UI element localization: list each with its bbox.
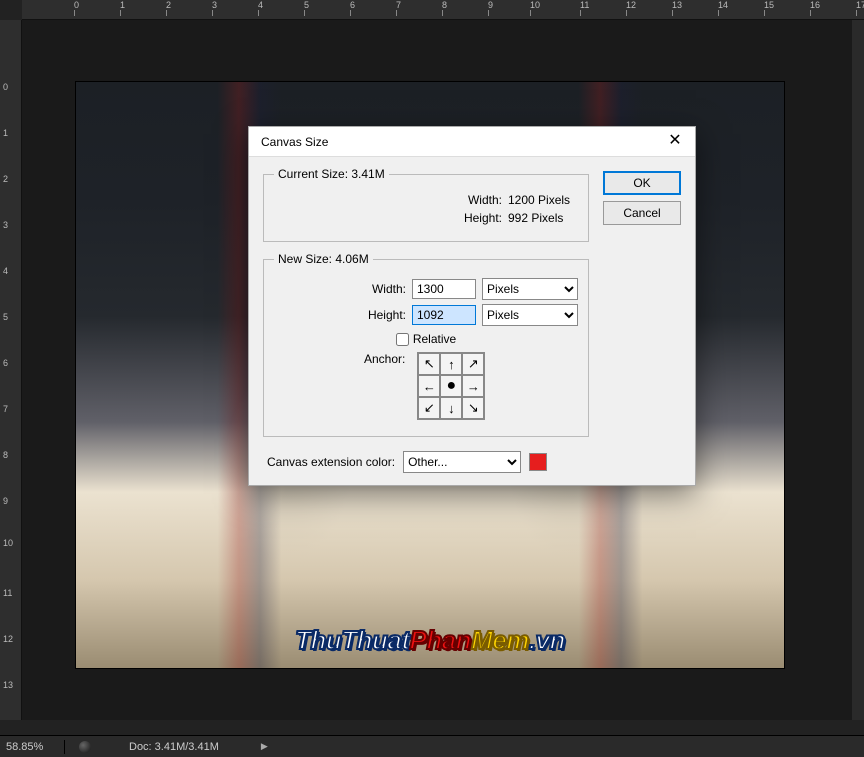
new-height-label: Height: <box>368 308 406 322</box>
current-width-value: 1200 Pixels <box>508 193 578 207</box>
height-unit-select[interactable]: Pixels <box>482 304 578 326</box>
ruler-vertical: 0 1 2 3 4 5 6 7 8 9 10 11 12 13 <box>0 20 22 720</box>
new-size-legend: New Size: 4.06M <box>274 252 373 266</box>
doc-size: Doc: 3.41M/3.41M <box>129 741 219 753</box>
extension-color-swatch[interactable] <box>529 453 547 471</box>
zoom-level[interactable]: 58.85% <box>6 741 50 753</box>
ruler-horizontal: 0 1 2 3 4 5 6 7 8 9 10 11 12 13 14 15 16… <box>22 0 864 20</box>
anchor-center[interactable]: ● <box>440 375 462 397</box>
close-icon[interactable]: ✕ <box>663 130 687 154</box>
anchor-label: Anchor: <box>364 352 405 366</box>
anchor-grid: ↖ ↑ ↗ ← ● → ↙ ↓ ↘ <box>417 352 485 420</box>
chevron-right-icon[interactable]: ▶ <box>261 741 268 752</box>
status-bar: 58.85% Doc: 3.41M/3.41M ▶ <box>0 735 864 757</box>
anchor-s[interactable]: ↓ <box>440 397 462 419</box>
anchor-se[interactable]: ↘ <box>462 397 484 419</box>
new-width-label: Width: <box>372 282 406 296</box>
anchor-ne[interactable]: ↗ <box>462 353 484 375</box>
watermark: ThuThuatPhanMem.vn <box>76 625 784 656</box>
ok-button[interactable]: OK <box>603 171 681 195</box>
current-height-label: Height: <box>464 211 502 225</box>
width-input[interactable] <box>412 279 476 299</box>
current-size-legend: Current Size: 3.41M <box>274 167 389 181</box>
anchor-w[interactable]: ← <box>418 375 440 397</box>
current-height-value: 992 Pixels <box>508 211 578 225</box>
new-size-group: New Size: 4.06M Width: Pixels Height: Pi… <box>263 252 589 437</box>
extension-color-label: Canvas extension color: <box>267 455 395 469</box>
current-width-label: Width: <box>468 193 502 207</box>
dialog-titlebar[interactable]: Canvas Size ✕ <box>249 127 695 157</box>
current-size-group: Current Size: 3.41M Width: 1200 Pixels H… <box>263 167 589 242</box>
scrollbar-vertical[interactable] <box>852 20 864 720</box>
anchor-n[interactable]: ↑ <box>440 353 462 375</box>
sphere-icon <box>79 741 91 753</box>
anchor-sw[interactable]: ↙ <box>418 397 440 419</box>
anchor-nw[interactable]: ↖ <box>418 353 440 375</box>
relative-checkbox[interactable] <box>396 333 409 346</box>
canvas-size-dialog: Canvas Size ✕ Current Size: 3.41M Width:… <box>248 126 696 486</box>
anchor-e[interactable]: → <box>462 375 484 397</box>
cancel-button[interactable]: Cancel <box>603 201 681 225</box>
extension-color-select[interactable]: Other... <box>403 451 521 473</box>
width-unit-select[interactable]: Pixels <box>482 278 578 300</box>
height-input[interactable] <box>412 305 476 325</box>
relative-label: Relative <box>413 332 456 346</box>
dialog-title: Canvas Size <box>261 135 328 149</box>
